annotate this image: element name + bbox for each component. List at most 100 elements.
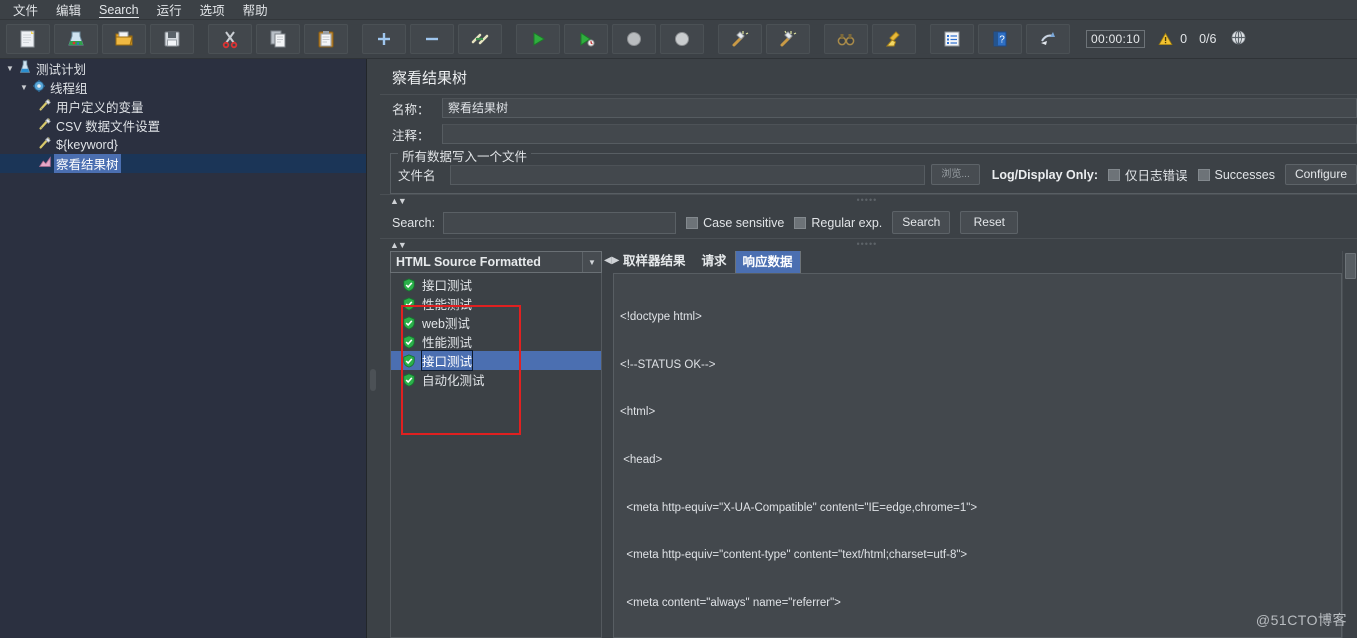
list-item-selected[interactable]: 接口测试	[391, 350, 601, 371]
tab-response-data[interactable]: 响应数据	[734, 251, 801, 273]
tab-sampler-result[interactable]: 取样器结果	[615, 251, 694, 273]
sample-result-list[interactable]: 接口测试 性能测试 web测试 性能测试 接口测试 自动化测试	[390, 273, 602, 638]
regular-exp-checkbox[interactable]: Regular exp.	[794, 216, 882, 230]
renderer-dropdown[interactable]: HTML Source Formatted ▼	[390, 251, 602, 273]
chevron-down-icon[interactable]: ▼	[582, 252, 601, 272]
menu-item-file-label: 文件	[13, 4, 39, 18]
upper-horizontal-splitter[interactable]: ▲▼ •••••	[380, 194, 1357, 207]
menu-item-search[interactable]: Search	[90, 1, 148, 19]
case-sensitive-checkbox[interactable]: Case sensitive	[686, 216, 784, 230]
list-item[interactable]: 性能测试	[391, 294, 601, 313]
warning-indicator[interactable]: 0	[1157, 31, 1187, 47]
comment-row: 注释：	[380, 121, 1357, 147]
regular-exp-label: Regular exp.	[811, 215, 883, 230]
shutdown-button[interactable]	[660, 24, 704, 54]
menu-item-options-label: 选项	[199, 4, 225, 18]
tree-node-http-sampler[interactable]: ${keyword}	[0, 135, 366, 154]
list-item-label: web测试	[422, 317, 470, 331]
name-input[interactable]: 察看结果树	[442, 98, 1357, 118]
paste-button[interactable]	[304, 24, 348, 54]
splitter-dots-icon: •••••	[856, 242, 878, 247]
start-button[interactable]	[516, 24, 560, 54]
list-item[interactable]: 自动化测试	[391, 370, 601, 389]
tree-node-csv-dataset[interactable]: CSV 数据文件设置	[0, 116, 366, 135]
splitter-arrows-icon[interactable]: ◀▶	[604, 255, 619, 266]
browse-button[interactable]: 浏览...	[931, 164, 980, 185]
cut-icon	[222, 31, 238, 49]
comment-input[interactable]	[442, 124, 1357, 144]
test-plan-tree[interactable]: ▼ 测试计划 ▼ 线程组 用户定义的变量 CSV 数据文件设置 ${keywor…	[0, 59, 367, 638]
toggle-button[interactable]	[458, 24, 502, 54]
list-item-label: 性能测试	[422, 298, 473, 312]
start-no-pauses-button[interactable]	[564, 24, 608, 54]
checkbox-box-icon[interactable]	[794, 216, 807, 229]
tree-node-view-results-tree[interactable]: 察看结果树	[0, 154, 366, 173]
search-tree-button[interactable]	[824, 24, 868, 54]
globe-icon[interactable]	[1230, 29, 1247, 50]
copy-button[interactable]	[256, 24, 300, 54]
expand-twisty-icon[interactable]: ▼	[18, 83, 30, 92]
menu-item-edit[interactable]: 编辑	[47, 0, 90, 21]
search-button[interactable]: Search	[892, 211, 951, 234]
function-helper-button[interactable]	[930, 24, 974, 54]
menu-item-file[interactable]: 文件	[4, 0, 47, 21]
splitter-arrows-icon[interactable]: ▲▼	[390, 240, 407, 250]
reset-search-button[interactable]	[872, 24, 916, 54]
checkbox-box-icon[interactable]	[1197, 168, 1210, 181]
menu-item-run[interactable]: 运行	[148, 0, 191, 21]
list-item[interactable]: web测试	[391, 313, 601, 332]
help-button[interactable]: ?	[978, 24, 1022, 54]
success-shield-icon	[401, 277, 417, 292]
filename-input[interactable]	[450, 164, 926, 185]
filename-row: 文件名 浏览... Log/Display Only: 仅日志错误 Succes…	[391, 164, 1357, 185]
tree-node-label: CSV 数据文件设置	[56, 120, 161, 134]
menu-item-options[interactable]: 选项	[191, 0, 234, 21]
search-bar: Search: Case sensitive Regular exp. Sear…	[380, 207, 1357, 238]
filename-label: 文件名	[398, 169, 436, 183]
elapsed-timer: 00:00:10	[1086, 30, 1146, 48]
results-tree-panel: 察看结果树 名称： 察看结果树 注释： 所有数据写入一个文件 文件名 浏览...…	[380, 59, 1357, 638]
errors-only-label: 仅日志错误	[1125, 169, 1188, 183]
tree-node-test-plan[interactable]: ▼ 测试计划	[0, 59, 366, 78]
response-line: <!doctype html>	[620, 310, 702, 323]
collapse-all-button[interactable]	[410, 24, 454, 54]
list-item[interactable]: 性能测试	[391, 332, 601, 351]
tab-request[interactable]: 请求	[693, 251, 735, 273]
new-test-plan-button[interactable]	[6, 24, 50, 54]
clear-button[interactable]	[718, 24, 762, 54]
open-button[interactable]	[102, 24, 146, 54]
expand-all-button[interactable]	[362, 24, 406, 54]
errors-only-checkbox[interactable]: 仅日志错误	[1108, 165, 1188, 184]
checkbox-box-icon[interactable]	[1108, 168, 1120, 181]
undo-button[interactable]	[1026, 24, 1070, 54]
expand-twisty-icon[interactable]: ▼	[4, 64, 16, 73]
splitter-grip[interactable]	[370, 369, 376, 391]
splitter-arrows-icon[interactable]: ▲▼	[390, 196, 407, 206]
search-input[interactable]	[443, 211, 677, 234]
menu-item-help[interactable]: 帮助	[234, 0, 277, 21]
write-all-data-groupbox: 所有数据写入一个文件 文件名 浏览... Log/Display Only: 仅…	[390, 146, 1357, 194]
scrollbar-thumb[interactable]	[1345, 253, 1356, 279]
list-item[interactable]: 接口测试	[391, 275, 601, 294]
configure-button[interactable]: Configure	[1284, 164, 1357, 185]
response-data-text[interactable]: <!doctype html> <!--STATUS OK--> <html> …	[613, 273, 1342, 638]
splitter-dots-icon: •••••	[856, 198, 878, 203]
tree-node-user-variables[interactable]: 用户定义的变量	[0, 97, 366, 116]
cut-button[interactable]	[208, 24, 252, 54]
lower-horizontal-splitter[interactable]: ▲▼ •••••	[380, 238, 1357, 251]
response-scrollbar[interactable]	[1342, 251, 1357, 638]
successes-checkbox[interactable]: Successes	[1197, 168, 1275, 182]
stop-button[interactable]	[612, 24, 656, 54]
toolbar: ? 00:00:10 0 0/6	[0, 20, 1357, 59]
checkbox-box-icon[interactable]	[686, 216, 699, 229]
tree-panel-splitter[interactable]	[367, 59, 380, 638]
new-test-plan-icon	[20, 30, 35, 48]
undo-icon	[1041, 32, 1055, 45]
reset-button[interactable]: Reset	[960, 211, 1019, 234]
response-line: <meta http-equiv="X-UA-Compatible" conte…	[620, 501, 978, 514]
tree-node-thread-group[interactable]: ▼ 线程组	[0, 78, 366, 97]
clear-all-button[interactable]	[766, 24, 810, 54]
results-inner-splitter[interactable]: ◀▶	[602, 251, 619, 638]
templates-button[interactable]	[54, 24, 98, 54]
save-button[interactable]	[150, 24, 194, 54]
